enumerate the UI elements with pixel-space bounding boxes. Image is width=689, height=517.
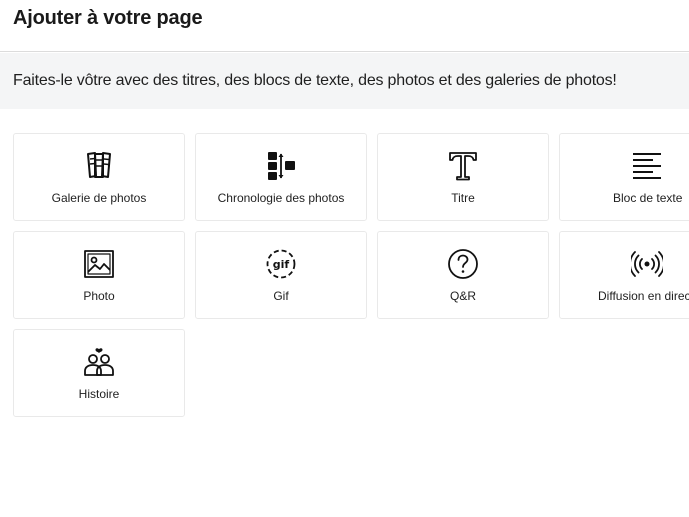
question-icon: [447, 248, 479, 280]
card-story[interactable]: Histoire: [13, 329, 185, 417]
card-text-block[interactable]: Bloc de texte: [559, 133, 689, 221]
broadcast-icon: [631, 248, 663, 280]
photo-gallery-icon: [83, 150, 115, 182]
story-icon: [83, 346, 115, 378]
card-label: Titre: [451, 191, 475, 205]
card-label: Chronologie des photos: [217, 191, 345, 205]
card-label: Gif: [273, 289, 289, 303]
card-label: Q&R: [449, 289, 476, 303]
card-live-broadcast[interactable]: Diffusion en direct: [559, 231, 689, 319]
card-label: Photo: [83, 289, 115, 303]
card-label: Histoire: [78, 387, 120, 401]
photo-icon: [83, 248, 115, 280]
title-icon: [447, 150, 479, 182]
card-photo[interactable]: Photo: [13, 231, 185, 319]
card-label: Diffusion en direct: [598, 289, 689, 303]
page-header: Ajouter à votre page: [0, 0, 689, 52]
gif-icon: gif: [265, 248, 297, 280]
card-photo-gallery[interactable]: Galerie de photos: [13, 133, 185, 221]
page-title: Ajouter à votre page: [13, 7, 203, 29]
card-label: Galerie de photos: [51, 191, 147, 205]
card-label: Bloc de texte: [613, 191, 683, 205]
timeline-icon: [265, 150, 297, 182]
card-qa[interactable]: Q&R: [377, 231, 549, 319]
info-banner: Faites-le vôtre avec des titres, des blo…: [0, 53, 689, 109]
gif-icon-text: gif: [273, 258, 290, 271]
banner-text: Faites-le vôtre avec des titres, des blo…: [13, 72, 617, 89]
text-block-icon: [631, 150, 663, 182]
card-photo-timeline[interactable]: Chronologie des photos: [195, 133, 367, 221]
card-gif[interactable]: gif Gif: [195, 231, 367, 319]
card-title[interactable]: Titre: [377, 133, 549, 221]
